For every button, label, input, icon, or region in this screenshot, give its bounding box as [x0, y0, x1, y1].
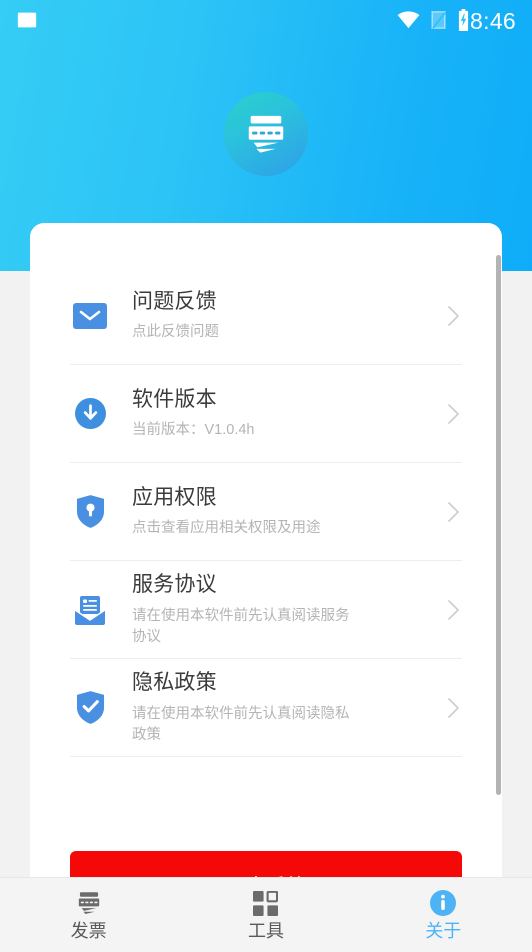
nav-item-label: 关于 — [425, 921, 462, 941]
list-item-feedback[interactable]: 问题反馈 点此反馈问题 — [70, 267, 462, 365]
list-item-permissions[interactable]: 应用权限 点击查看应用相关权限及用途 — [70, 463, 462, 561]
list-item-text: 隐私政策 请在使用本软件前先认真阅读隐私政策 — [110, 669, 444, 745]
chevron-right-icon — [444, 697, 462, 719]
wifi-icon — [397, 10, 420, 34]
info-circle-icon — [430, 890, 457, 916]
list-item-subtitle: 当前版本：V1.0.4h — [132, 422, 255, 439]
scrollbar-thumb[interactable] — [496, 255, 501, 795]
status-bar-left — [16, 9, 38, 36]
bottom-navigation: 发票 工具 关于 — [0, 877, 532, 952]
scrollbar[interactable] — [496, 255, 501, 795]
signal-icon — [430, 10, 447, 35]
status-bar-right — [397, 8, 470, 36]
nav-item-invoice[interactable]: 发票 — [0, 890, 177, 940]
list-item-title: 软件版本 — [132, 387, 217, 411]
list-item-text: 服务协议 请在使用本软件前先认真阅读服务协议 — [110, 571, 444, 647]
list-item-title: 服务协议 — [132, 573, 217, 597]
download-circle-icon — [70, 398, 110, 429]
grid-tools-icon — [253, 890, 279, 916]
chevron-right-icon — [444, 403, 462, 425]
list-item-text: 软件版本 当前版本：V1.0.4h — [110, 386, 444, 441]
envelope-icon — [70, 302, 110, 329]
status-bar-clock: 8:46 — [470, 8, 516, 34]
shield-check-icon — [70, 691, 110, 724]
list-item-text: 问题反馈 点此反馈问题 — [110, 288, 444, 343]
list-item-subtitle: 请在使用本软件前先认真阅读隐私政策 — [132, 705, 350, 743]
list-item-privacy-policy[interactable]: 隐私政策 请在使用本软件前先认真阅读隐私政策 — [70, 659, 462, 757]
nav-item-tools[interactable]: 工具 — [177, 890, 354, 940]
content-card: 问题反馈 点此反馈问题 软件版本 当前版本：V1.0.4h 应用权限 点击查看应… — [30, 223, 502, 952]
list-item-version[interactable]: 软件版本 当前版本：V1.0.4h — [70, 365, 462, 463]
list-item-subtitle: 请在使用本软件前先认真阅读服务协议 — [132, 607, 350, 645]
list-item-title: 问题反馈 — [132, 289, 217, 313]
battery-charging-icon — [457, 8, 470, 36]
nav-item-label: 发票 — [70, 921, 107, 941]
image-icon — [16, 9, 38, 36]
nav-item-label: 工具 — [247, 921, 284, 941]
list-item-subtitle: 点击查看应用相关权限及用途 — [132, 520, 321, 537]
chevron-right-icon — [444, 599, 462, 621]
chevron-right-icon — [444, 501, 462, 523]
status-bar: 8:46 — [0, 0, 532, 44]
app-logo — [224, 92, 308, 176]
document-envelope-icon — [70, 594, 110, 626]
list-item-service-agreement[interactable]: 服务协议 请在使用本软件前先认真阅读服务协议 — [70, 561, 462, 659]
list-item-text: 应用权限 点击查看应用相关权限及用途 — [110, 484, 444, 539]
invoice-icon — [75, 890, 103, 916]
chevron-right-icon — [444, 305, 462, 327]
about-list: 问题反馈 点此反馈问题 软件版本 当前版本：V1.0.4h 应用权限 点击查看应… — [30, 267, 502, 757]
list-item-title: 隐私政策 — [132, 671, 217, 695]
list-item-subtitle: 点此反馈问题 — [132, 324, 219, 341]
nav-item-about[interactable]: 关于 — [355, 890, 532, 940]
shield-key-icon — [70, 495, 110, 528]
invoice-card-logo-icon — [224, 92, 308, 176]
list-item-title: 应用权限 — [132, 485, 217, 509]
